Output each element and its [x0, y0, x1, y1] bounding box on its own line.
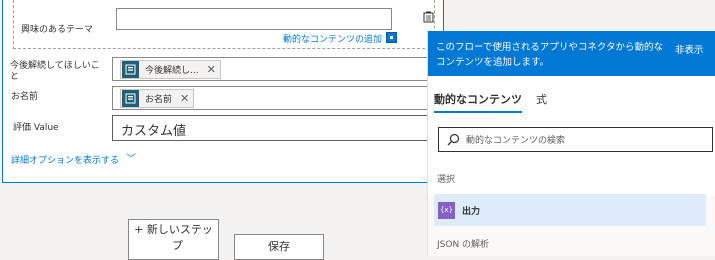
forms-icon [122, 90, 139, 107]
variable-icon: {x} [438, 202, 455, 219]
close-icon[interactable]: ✕ [207, 64, 216, 75]
name-input[interactable]: お名前 ✕ [112, 86, 432, 110]
new-step-button[interactable]: + 新しいステッ プ [128, 219, 219, 260]
improve-token-label: 今後解続し... [145, 66, 199, 76]
name-token-label: お名前 [145, 95, 173, 105]
output-item-label: 出力 [462, 207, 481, 217]
new-step-label-line1: + 新しいステッ [134, 223, 213, 236]
improve-input[interactable]: 今後解続し... ✕ [112, 57, 432, 81]
dynamic-content-toggle-icon[interactable] [423, 11, 434, 23]
close-icon[interactable]: ✕ [180, 93, 189, 104]
save-button[interactable]: 保存 [234, 234, 324, 260]
search-icon [447, 133, 460, 146]
forms-icon [122, 61, 139, 78]
tab-dynamic-content[interactable]: 動的なコンテンツ [434, 91, 522, 107]
name-token[interactable]: お名前 ✕ [120, 89, 195, 108]
improve-token[interactable]: 今後解続し... ✕ [120, 60, 221, 79]
section-select-label: 選択 [437, 175, 456, 185]
add-dynamic-content-link[interactable]: 動的なコンテンツの追加 [283, 32, 382, 45]
dynamic-content-icon[interactable] [386, 32, 397, 43]
panel-header: このフローで使用されるアプリやコネクタから動的なコンテンツを追加します。 非表示 [428, 31, 715, 76]
name-label: お名前 [11, 92, 39, 102]
improve-label: 今後解続してほしいこと [10, 61, 100, 82]
action-card: 興味のあるテーマ 動的なコンテンツの追加 今後解続してほしいこと 今後解続し..… [2, 0, 444, 183]
active-tab-indicator [434, 111, 522, 113]
panel-description: このフローで使用されるアプリやコネクタから動的なコンテンツを追加します。 [436, 42, 664, 68]
show-advanced-options-link[interactable]: 詳細オプションを表示する [11, 153, 119, 166]
section-json-label: JSON の解析 [437, 240, 490, 250]
output-item[interactable]: {x} 出力 [434, 194, 706, 226]
chevron-down-icon[interactable]: ﹀ [126, 150, 136, 165]
new-step-label-line2: プ [172, 239, 183, 252]
theme-input[interactable] [116, 8, 392, 30]
theme-label: 興味のあるテーマ [21, 25, 94, 35]
tab-expression[interactable]: 式 [536, 91, 547, 107]
dynamic-content-search-input[interactable]: 動的なコンテンツの検索 [438, 127, 713, 152]
dynamic-content-panel: このフローで使用されるアプリやコネクタから動的なコンテンツを追加します。 非表示… [427, 31, 715, 256]
hide-panel-link[interactable]: 非表示 [675, 42, 704, 56]
search-placeholder: 動的なコンテンツの検索 [466, 136, 566, 146]
rating-select[interactable]: カスタム値 [112, 115, 432, 141]
rating-label: 評価 Value [13, 123, 59, 133]
